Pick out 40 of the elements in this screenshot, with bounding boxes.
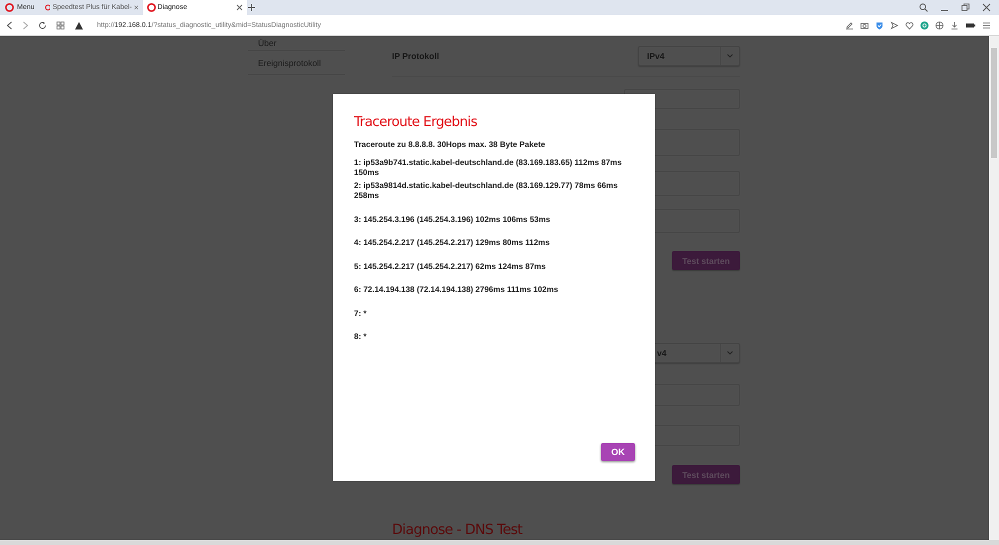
camera-icon[interactable] xyxy=(860,20,869,30)
search-icon[interactable] xyxy=(919,3,928,12)
hop-line: 8: * xyxy=(354,332,368,342)
send-icon[interactable] xyxy=(890,20,899,30)
field-label: IP Protokoll xyxy=(392,51,440,61)
edit-icon[interactable] xyxy=(845,20,854,30)
download-icon[interactable] xyxy=(950,20,959,30)
chevron-down-icon xyxy=(726,53,734,59)
hop-line: 5: 145.254.2.217 (145.254.2.217) 62ms 124ms 87ms xyxy=(354,262,547,272)
extension-badge-icon[interactable] xyxy=(920,20,929,30)
hop-line: 1: ip53a9b741.static.kabel-deutschland.de (83.169.183.65) 112ms 87ms 150ms xyxy=(354,158,623,178)
hop-line: 2: ip53a9814d.static.kabel-deutschland.de (83.169.129.77) 78ms 66ms 258ms xyxy=(354,181,619,201)
plus-icon[interactable] xyxy=(246,3,256,12)
close-icon[interactable] xyxy=(134,4,139,11)
reload-icon[interactable] xyxy=(38,20,47,30)
hop-line: 6: 72.14.194.138 (72.14.194.138) 2796ms 111ms 102ms xyxy=(354,285,560,295)
protocol-select[interactable]: IPv4 xyxy=(638,46,740,66)
close-icon[interactable] xyxy=(982,3,991,12)
dialog-title: Traceroute Ergebnis xyxy=(354,114,478,130)
restore-icon[interactable] xyxy=(961,3,970,12)
opera-logo-icon xyxy=(146,3,156,12)
grid-icon[interactable] xyxy=(56,20,65,30)
heart-icon[interactable] xyxy=(905,20,914,30)
battery-icon[interactable] xyxy=(965,20,976,30)
opera-logo-icon xyxy=(5,3,14,12)
hop-line: 7: * xyxy=(354,308,368,318)
hop-line: 3: 145.254.3.196 (145.254.3.196) 102ms 106ms 53ms xyxy=(354,214,552,224)
opera-logo-icon xyxy=(44,3,50,12)
hop-line: 4: 145.254.2.217 (145.254.2.217) 129ms 80ms 112ms xyxy=(354,238,551,248)
menu-icon[interactable] xyxy=(982,20,991,30)
close-icon[interactable] xyxy=(236,4,243,11)
section-heading: Diagnose - DNS Test xyxy=(392,522,524,538)
ok-button[interactable]: OK xyxy=(601,443,635,461)
globe-icon[interactable] xyxy=(935,20,944,30)
chevron-down-icon xyxy=(726,350,734,356)
back-icon[interactable] xyxy=(6,20,13,30)
shield-check-icon[interactable] xyxy=(875,20,884,30)
summary-text: Traceroute zu 8.8.8.8. 30Hops max. 38 Byte Pakete xyxy=(354,140,546,150)
warning-icon xyxy=(74,20,84,30)
scrollbar[interactable] xyxy=(989,36,999,540)
